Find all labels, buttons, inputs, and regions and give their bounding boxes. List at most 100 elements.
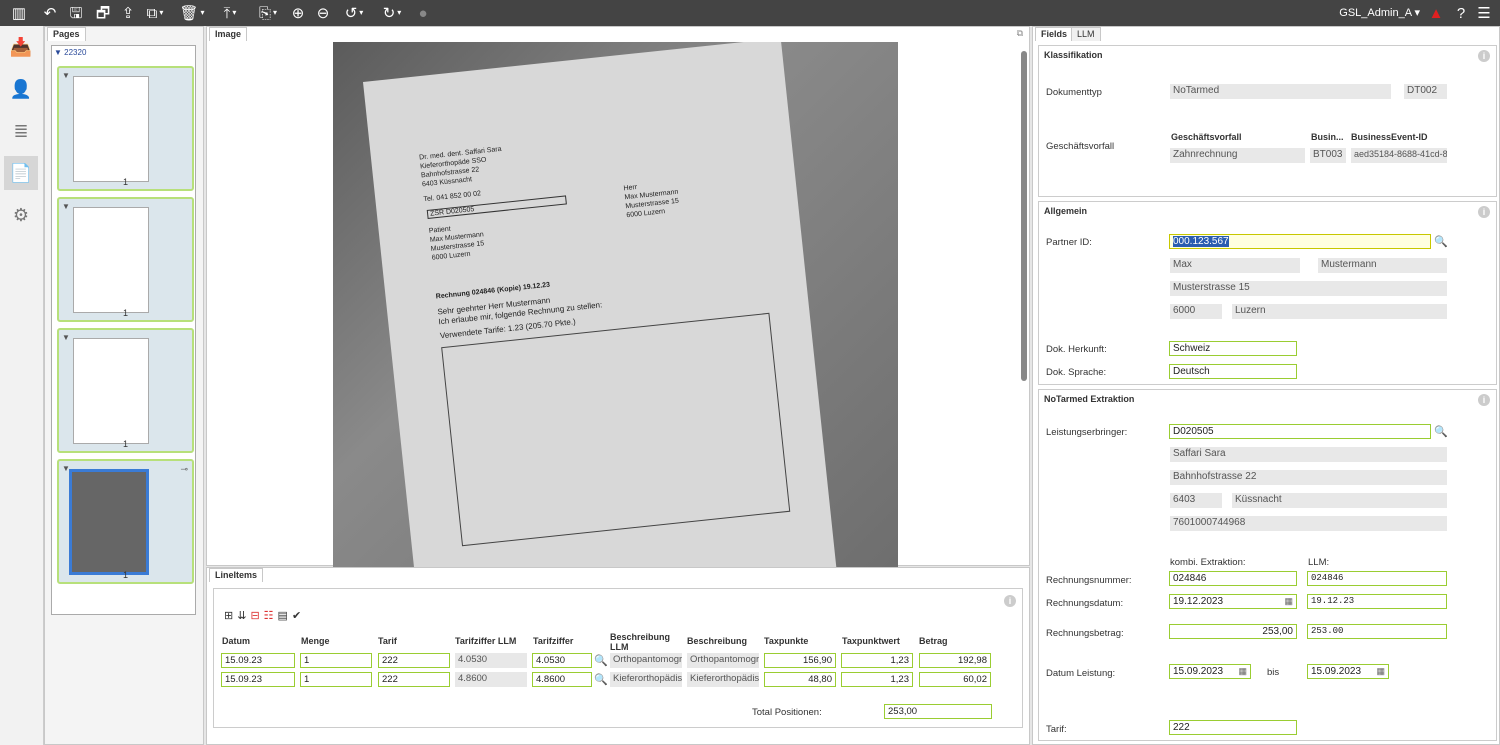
group-label[interactable]: ▼ 22320 <box>54 48 86 57</box>
taxpunkte-input[interactable]: 48,80 <box>764 672 836 687</box>
tab-lineitems[interactable]: LineItems <box>209 568 264 582</box>
tarifziffer-input[interactable]: 4.0530 <box>532 653 592 668</box>
rechnungsbetrag-llm[interactable]: 253.00 <box>1307 624 1447 639</box>
pin-icon[interactable]: ⊸ <box>180 464 188 475</box>
info-icon[interactable]: i <box>1478 394 1490 406</box>
provider-gln-value: 7601000744968 <box>1170 516 1447 531</box>
copy-icon[interactable]: ⧉ ▾ <box>142 3 168 23</box>
doc-line: Patient <box>428 225 452 235</box>
page-thumb[interactable]: ▼ 1 <box>57 197 194 322</box>
doc-line: 6000 Luzern <box>431 250 471 262</box>
rechnungsdatum-label: Rechnungsdatum: <box>1046 598 1124 609</box>
delete-row-icon[interactable]: ⊟ <box>250 610 263 622</box>
tarifziffer-input[interactable]: 4.8600 <box>532 672 592 687</box>
upload-icon[interactable]: ⤒ ▾ <box>216 3 244 23</box>
panels-icon[interactable]: ▥ <box>8 3 30 23</box>
menge-input[interactable]: 1 <box>300 672 372 687</box>
tarif-input[interactable]: 222 <box>1169 720 1297 735</box>
page-number: 1 <box>122 177 128 187</box>
betrag-input[interactable]: 60,02 <box>919 672 991 687</box>
page-thumb[interactable]: ▼ 1 <box>57 66 194 191</box>
undo-icon[interactable]: ↶ <box>40 3 60 23</box>
tab-image[interactable]: Image <box>209 27 248 41</box>
rechnungsbetrag-input[interactable]: 253,00 <box>1169 624 1297 639</box>
validate-icon[interactable]: ✔ <box>292 610 305 622</box>
brush-icon[interactable]: ● <box>414 3 432 23</box>
col-header: Beschreibung <box>687 636 748 646</box>
rotate-right-icon[interactable]: ↻ ▾ <box>378 3 406 23</box>
tab-fields[interactable]: Fields <box>1035 27 1074 41</box>
tab-llm[interactable]: LLM <box>1071 27 1101 41</box>
datum-input[interactable]: 15.09.23 <box>221 653 295 668</box>
leistungserbringer-input[interactable]: D020505 <box>1169 424 1431 439</box>
lineitem-toolbar: ⊞⇊⊟☷▤✔ <box>224 609 305 622</box>
section-title: Klassifikation <box>1044 50 1103 60</box>
beschreibung-value: Orthopantomogra <box>687 653 759 668</box>
taxpunktwert-input[interactable]: 1,23 <box>841 653 913 668</box>
info-icon[interactable]: i <box>1004 595 1016 607</box>
search-icon[interactable]: 🔍 <box>1434 425 1448 438</box>
page-thumb[interactable]: ▼ 1 <box>57 328 194 453</box>
tarif-input[interactable]: 222 <box>378 672 450 687</box>
table-icon[interactable]: ▤ <box>278 610 292 622</box>
user-settings-icon[interactable]: ⚙ <box>4 198 38 232</box>
zoom-out-icon[interactable]: ⊖ <box>314 3 332 23</box>
taxpunkte-input[interactable]: 156,90 <box>764 653 836 668</box>
rechnungsdatum-llm[interactable]: 19.12.23 <box>1307 594 1447 609</box>
delete-all-icon[interactable]: ☷ <box>264 610 278 622</box>
document-image[interactable]: Dr. med. dent. Saffari Sara Kieferorthop… <box>333 42 898 567</box>
maximize-icon[interactable]: ⧉ <box>1017 28 1023 39</box>
datum-leistung-von-input[interactable]: 15.09.2023 ▦ <box>1169 664 1251 679</box>
user-menu[interactable]: GSL_Admin_A ▾ <box>1339 6 1420 19</box>
section-title: NoTarmed Extraktion <box>1044 394 1135 404</box>
menge-input[interactable]: 1 <box>300 653 372 668</box>
info-icon[interactable]: i <box>1478 50 1490 62</box>
info-icon[interactable]: i <box>1478 206 1490 218</box>
page-thumb-selected[interactable]: ▼ 1 ⊸ <box>57 459 194 584</box>
help-icon[interactable]: ? <box>1453 3 1469 23</box>
herkunft-input[interactable]: Schweiz <box>1169 341 1297 356</box>
warning-icon[interactable]: ▲ <box>1428 3 1444 23</box>
col-header: Tarifziffer LLM <box>455 636 517 646</box>
zip-value: 6000 <box>1170 304 1222 319</box>
stack-icon[interactable]: ≣ <box>4 114 38 148</box>
pdf-icon[interactable]: ⎘ ▾ <box>254 3 282 23</box>
geschaeftsvorfall-value: Zahnrechnung <box>1170 148 1305 163</box>
inbox-icon[interactable]: 📥 <box>4 30 38 64</box>
datum-leistung-bis-input[interactable]: 15.09.2023 ▦ <box>1307 664 1389 679</box>
add-row-icon[interactable]: ⊞ <box>224 610 237 622</box>
user-icon[interactable]: 👤 <box>4 72 38 106</box>
save-all-icon[interactable]: 🗗 <box>92 3 114 23</box>
tab-pages[interactable]: Pages <box>47 27 86 41</box>
export-icon[interactable]: ⇪ <box>118 3 138 23</box>
rechnungsnummer-llm[interactable]: 024846 <box>1307 571 1447 586</box>
search-icon[interactable]: 🔍 <box>1434 235 1448 248</box>
calendar-icon[interactable]: ▦ <box>1376 666 1385 677</box>
partner-id-input[interactable]: 000.123.567 <box>1169 234 1431 249</box>
betrag-input[interactable]: 192,98 <box>919 653 991 668</box>
insert-row-icon[interactable]: ⇊ <box>237 610 250 622</box>
calendar-icon[interactable]: ▦ <box>1238 666 1247 677</box>
rechnungsdatum-input[interactable]: 19.12.2023 ▦ <box>1169 594 1297 609</box>
dokumenttyp-value[interactable]: NoTarmed <box>1170 84 1391 99</box>
save-icon[interactable]: 🖫 <box>66 3 86 23</box>
calendar-icon[interactable]: ▦ <box>1284 596 1293 607</box>
delete-icon[interactable]: 🗑 ▾ <box>178 3 206 23</box>
provider-street-value: Bahnhofstrasse 22 <box>1170 470 1447 485</box>
last-name-value: Mustermann <box>1318 258 1447 273</box>
business-event-id-value: aed35184-8688-41cd-8 <box>1351 148 1447 163</box>
taxpunktwert-input[interactable]: 1,23 <box>841 672 913 687</box>
datum-input[interactable]: 15.09.23 <box>221 672 295 687</box>
street-value: Musterstrasse 15 <box>1170 281 1447 296</box>
rechnungsnummer-input[interactable]: 024846 <box>1169 571 1297 586</box>
search-icon[interactable]: 🔍 <box>594 654 608 667</box>
search-icon[interactable]: 🔍 <box>594 673 608 686</box>
sprache-input[interactable]: Deutsch <box>1169 364 1297 379</box>
zoom-in-icon[interactable]: ⊕ <box>289 3 307 23</box>
document-icon[interactable]: 📄 <box>4 156 38 190</box>
total-input[interactable]: 253,00 <box>884 704 992 719</box>
tarif-input[interactable]: 222 <box>378 653 450 668</box>
image-scrollbar[interactable] <box>1021 51 1027 381</box>
menu-icon[interactable]: ☰ <box>1476 3 1492 23</box>
rotate-left-icon[interactable]: ↺ ▾ <box>340 3 368 23</box>
